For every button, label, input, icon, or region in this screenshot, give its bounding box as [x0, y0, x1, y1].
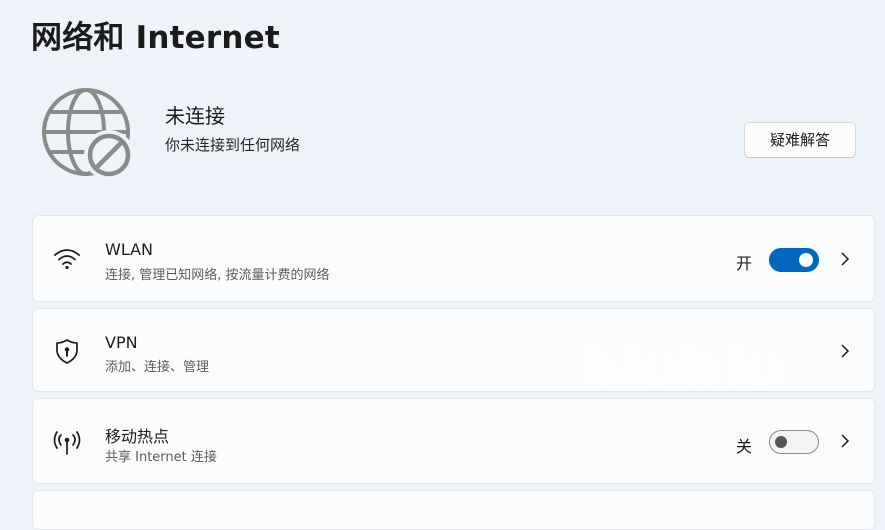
wlan-card[interactable]: WLAN 连接, 管理已知网络, 按流量计费的网络 开 — [32, 215, 875, 302]
vpn-subtitle: 添加、连接、管理 — [105, 360, 210, 375]
wifi-icon — [54, 249, 80, 270]
chevron-right-icon — [841, 344, 850, 358]
toggle-knob — [775, 436, 787, 448]
wlan-toggle[interactable] — [769, 248, 819, 272]
next-card[interactable] — [32, 490, 875, 530]
globe-disconnected-icon — [42, 88, 134, 180]
chevron-right-icon — [841, 434, 850, 448]
status-title: 未连接 — [165, 104, 225, 128]
connection-status: 未连接 你未连接到任何网络 疑难解答 — [42, 88, 857, 183]
vpn-title: VPN — [105, 333, 138, 352]
wlan-title: WLAN — [105, 240, 154, 259]
vpn-shield-icon — [56, 339, 78, 364]
wlan-toggle-state: 开 — [736, 254, 753, 273]
toggle-knob — [799, 253, 813, 267]
vpn-card[interactable]: VPN 添加、连接、管理 — [32, 308, 875, 392]
hotspot-toggle-state: 关 — [736, 437, 753, 456]
hotspot-card[interactable]: 移动热点 共享 Internet 连接 关 — [32, 398, 875, 484]
chevron-right-icon — [841, 252, 850, 266]
status-description: 你未连接到任何网络 — [165, 136, 301, 154]
hotspot-toggle[interactable] — [769, 430, 819, 454]
wlan-subtitle: 连接, 管理已知网络, 按流量计费的网络 — [105, 268, 330, 283]
hotspot-subtitle: 共享 Internet 连接 — [105, 450, 217, 465]
troubleshoot-button[interactable]: 疑难解答 — [744, 122, 856, 158]
page-title: 网络和 Internet — [31, 20, 280, 56]
hotspot-title: 移动热点 — [105, 427, 170, 446]
hotspot-icon — [53, 431, 81, 455]
